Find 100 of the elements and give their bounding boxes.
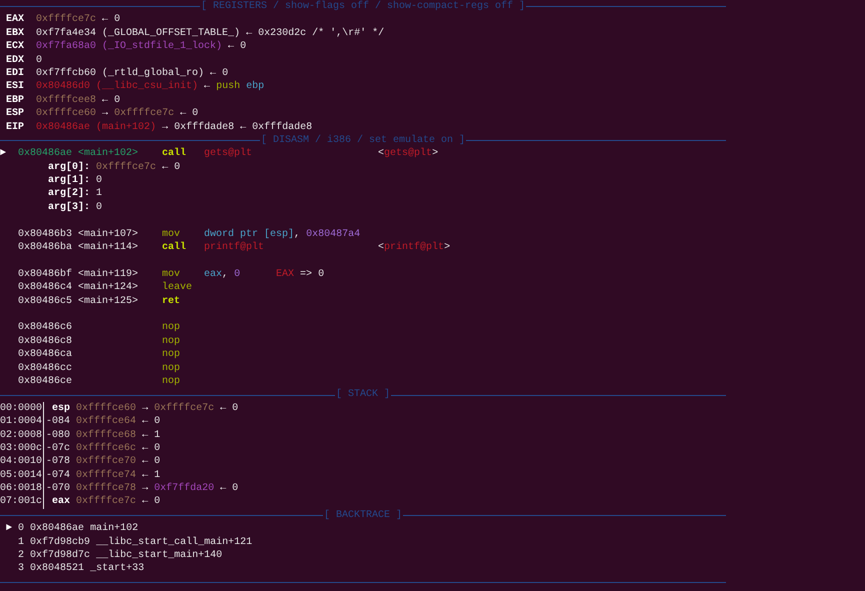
value-text: 0 [96,175,102,186]
register-name: EIP [6,122,24,133]
code-address: 0x80486ae (main+102) [36,122,156,133]
arrow: ← [102,14,108,26]
value-text: > [432,148,438,160]
section-title: [ DISASM / i386 / set emulate on ] [260,134,466,148]
stack-index: 03:000c [0,442,42,454]
stack-index: 05:0014 [0,470,42,481]
instruction-address: 0x80486c4 [18,282,72,294]
value-text: 0 [36,54,42,66]
register-name: EDI [6,68,24,79]
value-text: 0 [222,68,228,79]
value-text: 0 [240,41,246,52]
stack-address: 0xffffce7c [76,496,136,508]
code-address: gets@plt [384,148,432,160]
stack-offset: -080 [46,430,70,440]
register-name: EDX [6,54,24,66]
instruction-address: 0x80486b3 [18,228,72,240]
arrow: ← [220,483,226,494]
value-text: 0 [232,402,238,414]
stack-address: 0xffffce74 [76,470,136,481]
arrow: → [102,108,108,120]
immediate-value: 0 [234,268,240,280]
value-text: > [444,242,450,254]
value-text: 0 [154,416,160,428]
section-title: [ REGISTERS / show-flags off / show-compact-regs off ] [200,0,526,14]
instruction-address: 0x80486bf [18,268,72,280]
value-text: 0 [318,268,324,280]
instruction-mnemonic: nop [162,376,180,387]
value-text: 0x230d2c /* ',\r#' */ [258,28,384,39]
frame-symbol: main+102 [90,523,138,534]
arrow: ← [142,416,148,428]
register-name: ESI [6,81,24,92]
code-address: gets@plt [204,148,252,160]
register-name: EBX [6,28,24,39]
value-text: => [300,268,312,280]
arrow: ← [142,470,148,481]
instruction-mnemonic: nop [162,322,180,334]
arrow: ← [142,442,148,454]
value-text: 1 [154,430,160,440]
arrow: → [142,483,148,494]
stack-offset: esp [52,402,70,414]
frame-number: 3 [18,563,24,574]
stack-index: 02:0008 [0,430,42,440]
frame-number: 2 [18,550,24,562]
current-frame-marker: ► [6,523,12,534]
arrow: ← [228,41,234,52]
arrow: ← [220,402,226,414]
instruction-mnemonic: leave [162,282,192,294]
stack-offset: -07c [46,442,70,454]
stack-offset: -070 [46,483,70,494]
stack-offset: -078 [46,456,70,468]
stack-offset: -084 [46,416,70,428]
frame-number: 1 [18,536,24,548]
frame-symbol: _start+33 [90,563,144,574]
value-text: 0 [192,108,198,120]
immediate-value: 0x80487a4 [306,228,360,240]
stack-address: 0xffffce7c [114,108,174,120]
label-text: arg[3]: [48,202,90,213]
label-text: arg[1]: [48,175,90,186]
frame-number: 0 [18,523,24,534]
stack-address: 0xffffcee8 [36,94,96,106]
section-title: [ BACKTRACE ] [323,508,404,522]
stack-address: 0xffffce68 [76,430,136,440]
code-address: 0x80486d0 (__libc_csu_init) [36,81,198,92]
value-text: < [378,148,384,160]
stack-address: 0xffffce64 [76,416,136,428]
instruction-address: 0x80486c6 [18,322,72,334]
instruction-address: 0x80486ba [18,242,72,254]
arrow: ← [246,28,252,39]
code-address: printf@plt [204,242,264,254]
value-text: 0 [114,94,120,106]
register-name: EAX [6,14,24,26]
stack-address: 0xffffce7c [96,162,156,173]
arrow: ← [180,108,186,120]
stack-address: 0xffffce70 [76,456,136,468]
code-address: printf@plt [384,242,444,254]
label-text: arg[0]: [48,162,90,173]
arrow: → [142,402,148,414]
arrow: → [162,122,168,133]
function-offset: <main+107> [78,228,138,240]
instruction-mnemonic: mov [162,228,180,240]
instruction-mnemonic: push [216,81,240,92]
value-text: 0 [174,162,180,173]
instruction-mnemonic: nop [162,336,180,347]
value-text: 0xfffdade8 [252,122,312,133]
value-text: 0 [154,456,160,468]
register-name: ESP [6,108,24,120]
frame-address: 0x80486ae [30,523,84,534]
stack-address: 0xffffce60 [76,402,136,414]
register-operand: dword ptr [esp] [204,228,294,240]
stack-index: 04:0010 [0,456,42,468]
function-offset: <main+125> [78,296,138,307]
arrow: ← [142,496,148,508]
frame-address: 0xf7d98cb9 [30,536,90,548]
section-title: [ STACK ] [335,388,392,402]
frame-symbol: __libc_start_call_main+121 [96,536,252,548]
value-text: 1 [96,188,102,200]
frame-symbol: __libc_start_main+140 [96,550,222,562]
code-address: EAX [276,268,294,280]
